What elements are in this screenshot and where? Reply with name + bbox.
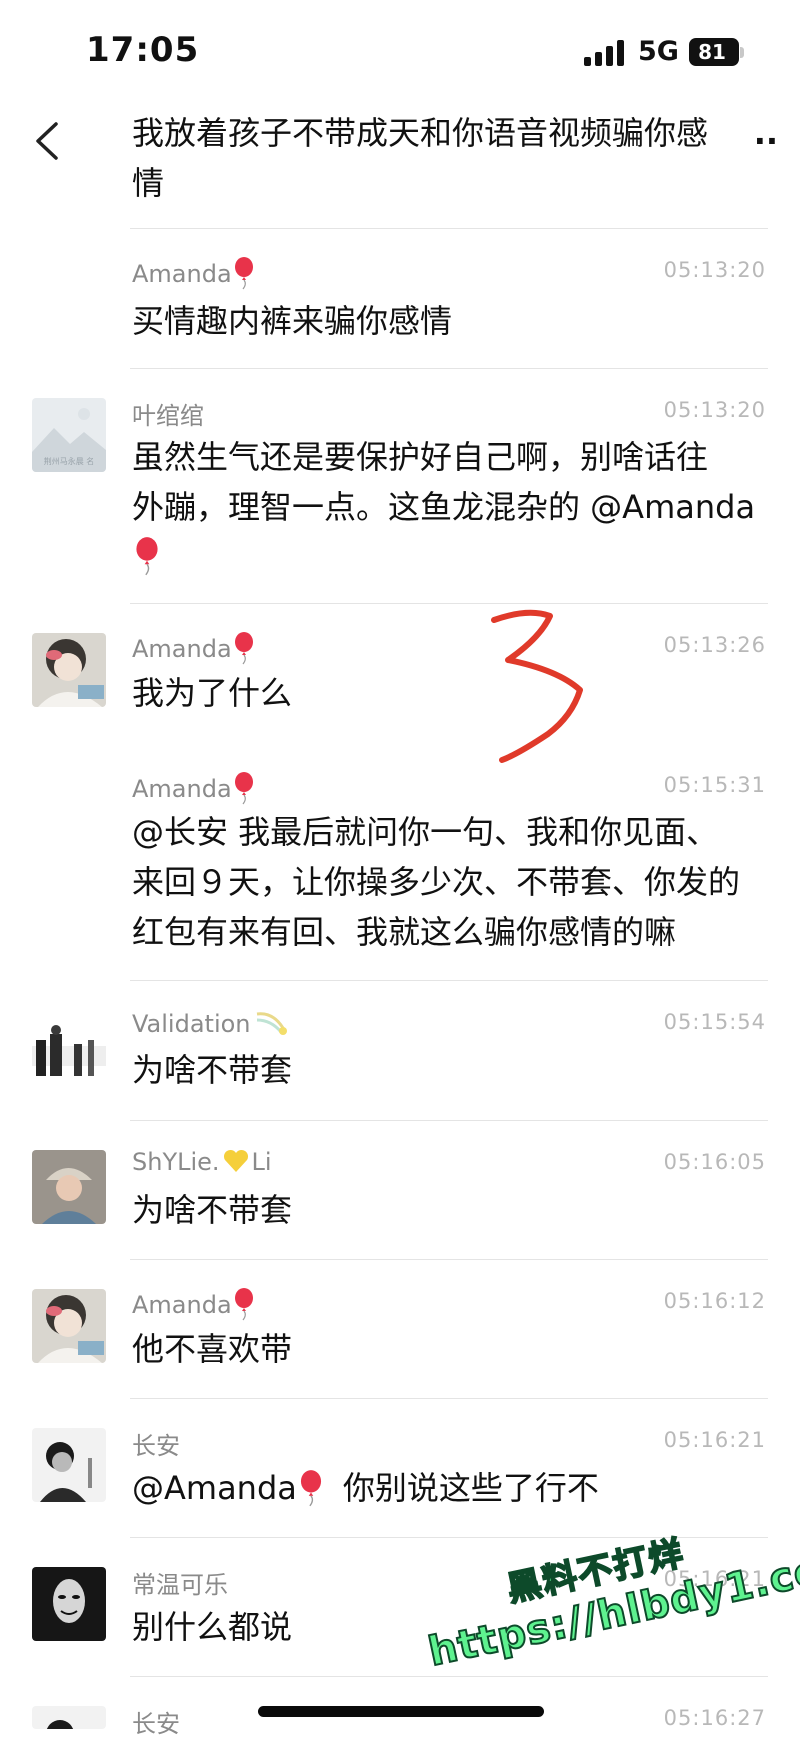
chat-message[interactable]: 长安 05:16:27 — [0, 1676, 800, 1738]
battery-icon: 81 — [689, 38, 739, 66]
message-text: 为啥不带套 — [132, 1191, 293, 1229]
chat-message[interactable]: 荆州马永晨 名 叶绾绾 05:13:20 虽然生气还是要保护好自己啊，别啥话往 … — [0, 368, 800, 603]
message-sender: Amanda — [132, 631, 254, 665]
comet-icon — [253, 1008, 289, 1038]
home-indicator[interactable] — [258, 1706, 544, 1717]
message-sender: Amanda — [132, 771, 254, 805]
chat-message[interactable]: Amanda 05:13:26 我为了什么 — [0, 603, 800, 743]
message-text: 我为了什么 — [132, 674, 293, 712]
message-sender: 叶绾绾 — [132, 402, 204, 430]
mention[interactable]: @Amanda — [132, 1469, 297, 1507]
balloon-icon — [234, 1287, 254, 1321]
message-text: 为啥不带套 — [132, 1051, 293, 1089]
message-text: 买情趣内裤来骗你感情 — [132, 302, 453, 340]
user-avatar[interactable] — [32, 1567, 106, 1641]
message-sender: Amanda — [132, 1287, 254, 1321]
message-time: 05:13:26 — [663, 633, 766, 657]
user-avatar[interactable] — [32, 633, 106, 707]
balloon-icon — [234, 631, 254, 665]
back-button[interactable] — [30, 116, 70, 166]
message-time: 05:16:05 — [663, 1150, 766, 1174]
message-time: 05:13:20 — [663, 258, 766, 282]
previous-message-line-1: 我放着孩子不带成天和你语音视频骗你感 — [132, 114, 709, 152]
message-time: 05:16:21 — [663, 1428, 766, 1452]
message-text-rest: 你别说这些了行不 — [342, 1469, 599, 1507]
battery-cap — [740, 47, 744, 58]
battery-level: 81 — [698, 40, 726, 64]
message-text: 虽然生气还是要保护好自己啊，别啥话往 外蹦，理智一点。这鱼龙混杂的 @Amand… — [132, 432, 772, 582]
previous-message-text: 我放着孩子不带成天和你语音视频骗你感 .. 情 — [132, 108, 778, 208]
message-line: 虽然生气还是要保护好自己啊，别啥话往 — [132, 438, 709, 476]
status-bar: 17:05 5G 81 — [0, 0, 800, 100]
chat-message[interactable]: Amanda 05:16:12 他不喜欢带 — [0, 1259, 800, 1398]
balloon-icon — [234, 771, 254, 805]
user-avatar[interactable] — [32, 1010, 106, 1084]
user-avatar[interactable]: 荆州马永晨 名 — [32, 398, 106, 472]
message-line: @长安 我最后就问你一句、我和你见面、 — [132, 813, 719, 851]
message-time: 05:15:54 — [663, 1010, 766, 1034]
previous-message-line-2: 情 — [132, 164, 165, 202]
message-line — [132, 532, 772, 582]
message-time: 05:16:12 — [663, 1289, 766, 1313]
chat-message[interactable]: ShYLie. Li 05:16:05 为啥不带套 — [0, 1120, 800, 1259]
message-time: 05:15:31 — [663, 773, 766, 797]
network-type: 5G — [638, 36, 679, 67]
message-text: 他不喜欢带 — [132, 1330, 293, 1368]
message-sender: ShYLie. Li — [132, 1148, 272, 1176]
chat-message[interactable]: Amanda 05:13:20 买情趣内裤来骗你感情 — [0, 228, 800, 368]
svg-text:荆州马永晨 名: 荆州马永晨 名 — [44, 456, 95, 466]
message-sender: 长安 — [132, 1432, 180, 1460]
balloon-icon — [234, 256, 254, 290]
balloon-icon — [299, 1469, 323, 1507]
chat-message[interactable]: Amanda 05:15:31 @长安 我最后就问你一句、我和你见面、 来回９天… — [0, 743, 800, 980]
message-line: 来回９天，让你操多少次、不带套、你发的 — [132, 863, 741, 901]
user-avatar[interactable] — [32, 1706, 106, 1729]
message-sender: 长安 — [132, 1710, 180, 1738]
balloon-icon — [134, 536, 160, 576]
chat-message[interactable]: Validation 05:15:54 为啥不带套 — [0, 980, 800, 1120]
message-text: @长安 我最后就问你一句、我和你见面、 来回９天，让你操多少次、不带套、你发的 … — [132, 807, 772, 957]
message-line: 外蹦，理智一点。这鱼龙混杂的 @Amanda — [132, 488, 756, 526]
previous-message-ellipsis: .. — [753, 114, 778, 152]
message-sender: Amanda — [132, 256, 254, 290]
message-time: 05:13:20 — [663, 398, 766, 422]
message-sender: 常温可乐 — [132, 1571, 228, 1599]
yellow-heart-icon — [222, 1148, 250, 1174]
user-avatar[interactable] — [32, 1150, 106, 1224]
message-line: 红包有来有回、我就这么骗你感情的嘛 — [132, 913, 677, 951]
handwritten-3-annotation — [491, 609, 583, 763]
status-time: 17:05 — [86, 30, 200, 70]
user-avatar[interactable] — [32, 1428, 106, 1502]
signal-icon — [584, 40, 626, 66]
message-time: 05:16:27 — [663, 1706, 766, 1730]
chevron-left-icon — [36, 122, 58, 160]
user-avatar[interactable] — [32, 1289, 106, 1363]
message-sender: Validation — [132, 1008, 289, 1038]
